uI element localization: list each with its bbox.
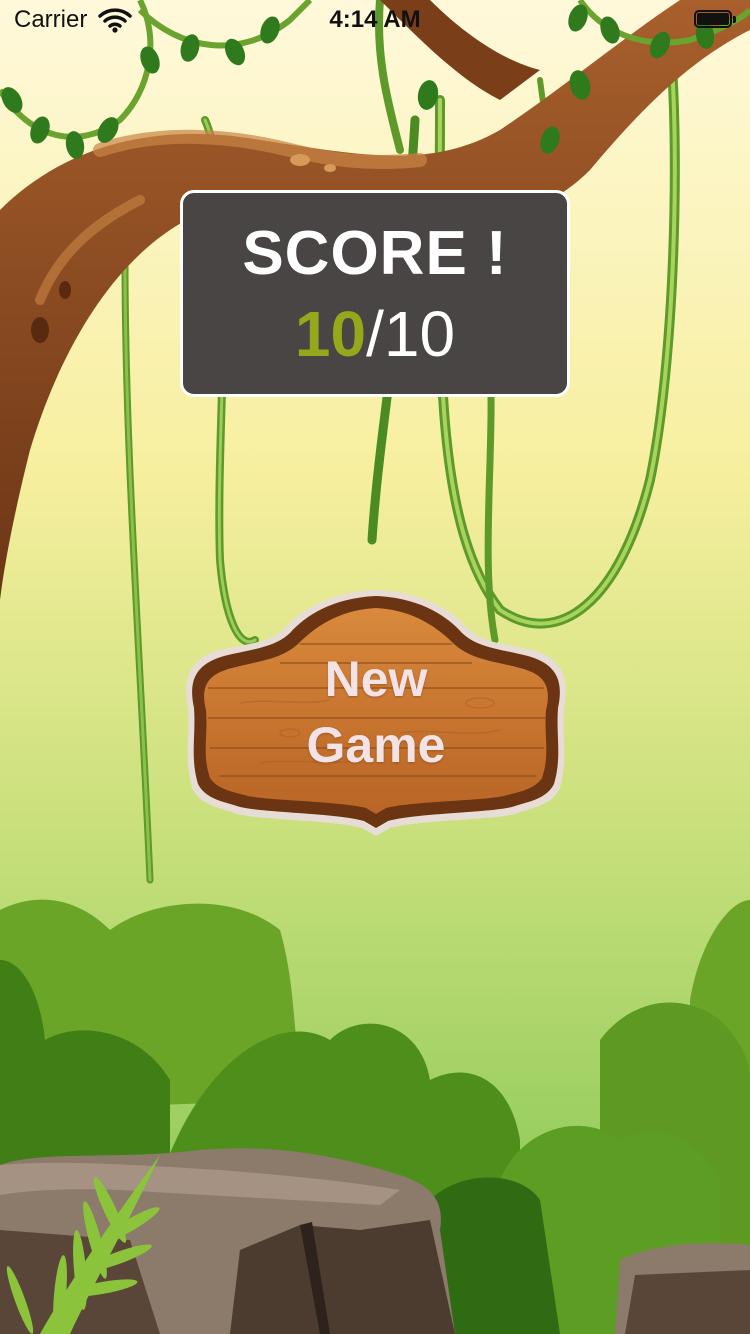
new-game-label-line2: Game (306, 717, 446, 773)
score-separator: / (366, 298, 384, 370)
status-time: 4:14 AM (329, 6, 421, 33)
new-game-button[interactable]: New Game (180, 588, 572, 838)
score-value: 10/10 (183, 299, 567, 369)
new-game-label: New Game (180, 646, 572, 778)
battery-icon (694, 10, 738, 30)
new-game-label-line1: New (324, 651, 428, 707)
status-bar: Carrier 4:14 AM (0, 0, 750, 40)
score-total: 10 (383, 298, 456, 370)
score-title: SCORE ! (242, 219, 508, 288)
score-current: 10 (294, 298, 367, 370)
score-panel: SCORE ! 10/10 (180, 190, 570, 397)
